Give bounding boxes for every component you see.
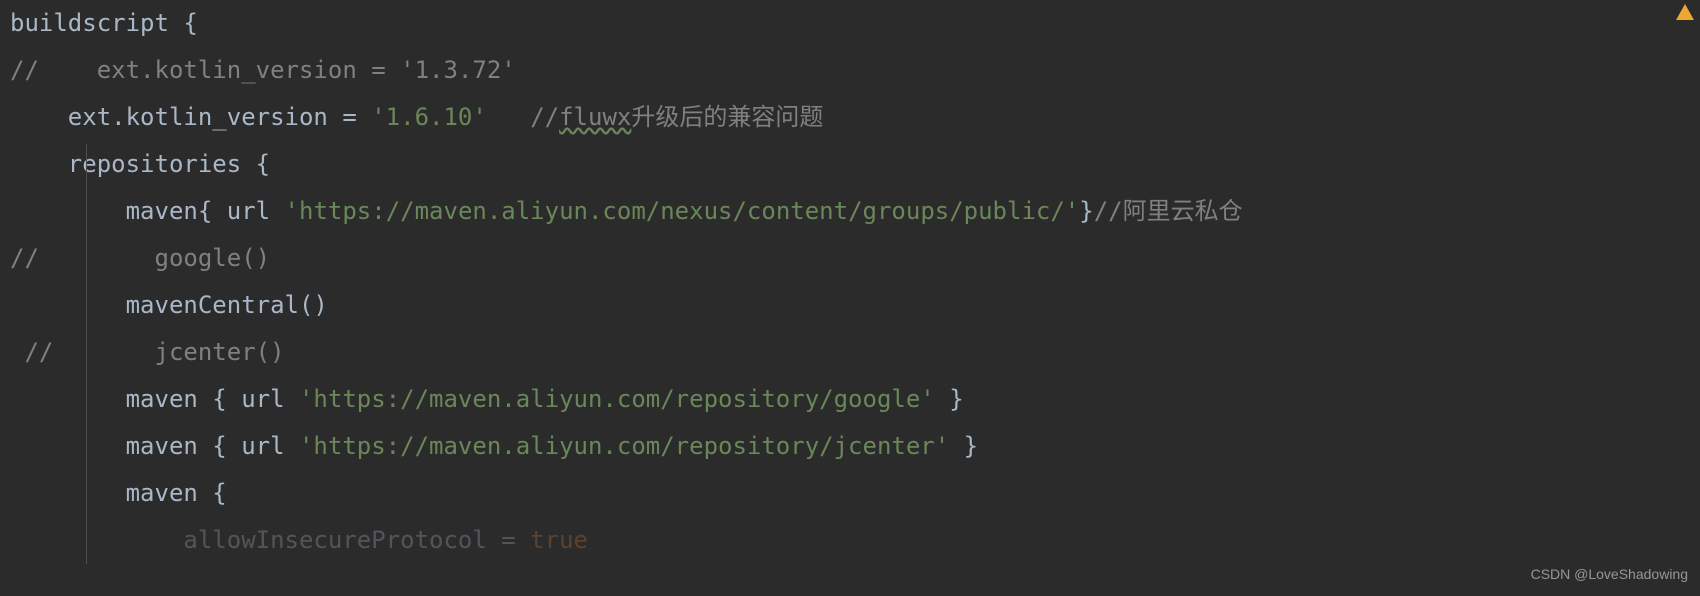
- code-text: ext.kotlin_version =: [68, 103, 371, 131]
- indent: [10, 526, 183, 554]
- code-line[interactable]: maven{ url 'https://maven.aliyun.com/nex…: [10, 188, 1700, 235]
- string-literal: 'https://maven.aliyun.com/repository/goo…: [299, 385, 935, 413]
- code-line[interactable]: allowInsecureProtocol = true: [10, 517, 1700, 564]
- indent: [10, 432, 126, 460]
- code-text: repositories {: [68, 150, 270, 178]
- code-text: }: [935, 385, 964, 413]
- code-editor[interactable]: buildscript { // ext.kotlin_version = '1…: [0, 0, 1700, 564]
- string-literal: 'https://maven.aliyun.com/repository/jce…: [299, 432, 949, 460]
- code-line[interactable]: buildscript {: [10, 0, 1700, 47]
- spacer: [487, 103, 530, 131]
- comment-text: //阿里云私仓: [1094, 197, 1243, 225]
- string-literal: '1.6.10': [371, 103, 487, 131]
- code-text: }: [1079, 197, 1093, 225]
- indent: [10, 385, 126, 413]
- comment-text: // ext.kotlin_version = '1.3.72': [10, 56, 516, 84]
- indent-guide: [86, 144, 87, 564]
- code-text: maven { url: [126, 432, 299, 460]
- indent: [10, 479, 126, 507]
- comment-text: // google(): [10, 244, 270, 272]
- code-text: allowInsecureProtocol =: [183, 526, 530, 554]
- code-text: }: [949, 432, 978, 460]
- string-literal: 'https://maven.aliyun.com/nexus/content/…: [285, 197, 1080, 225]
- indent: [10, 103, 68, 131]
- code-line[interactable]: // ext.kotlin_version = '1.3.72': [10, 47, 1700, 94]
- comment-text: // jcenter(): [10, 338, 285, 366]
- watermark-text: CSDN @LoveShadowing: [1531, 561, 1688, 588]
- warning-icon[interactable]: [1676, 4, 1694, 20]
- indent: [10, 291, 126, 319]
- code-line[interactable]: repositories {: [10, 141, 1700, 188]
- code-line[interactable]: maven { url 'https://maven.aliyun.com/re…: [10, 376, 1700, 423]
- code-line[interactable]: // google(): [10, 235, 1700, 282]
- code-line[interactable]: maven { url 'https://maven.aliyun.com/re…: [10, 423, 1700, 470]
- code-text: maven {: [126, 479, 227, 507]
- indent: [10, 150, 68, 178]
- keyword-true: true: [530, 526, 588, 554]
- code-line[interactable]: // jcenter(): [10, 329, 1700, 376]
- comment-underlined: fluwx: [559, 103, 631, 131]
- indent: [10, 197, 126, 225]
- code-line[interactable]: ext.kotlin_version = '1.6.10' //fluwx升级后…: [10, 94, 1700, 141]
- code-text: buildscript {: [10, 9, 198, 37]
- code-text: maven{ url: [126, 197, 285, 225]
- code-line[interactable]: maven {: [10, 470, 1700, 517]
- code-text: maven { url: [126, 385, 299, 413]
- code-text: mavenCentral(): [126, 291, 328, 319]
- comment-text: 升级后的兼容问题: [631, 103, 823, 131]
- code-line[interactable]: mavenCentral(): [10, 282, 1700, 329]
- comment-slash: //: [530, 103, 559, 131]
